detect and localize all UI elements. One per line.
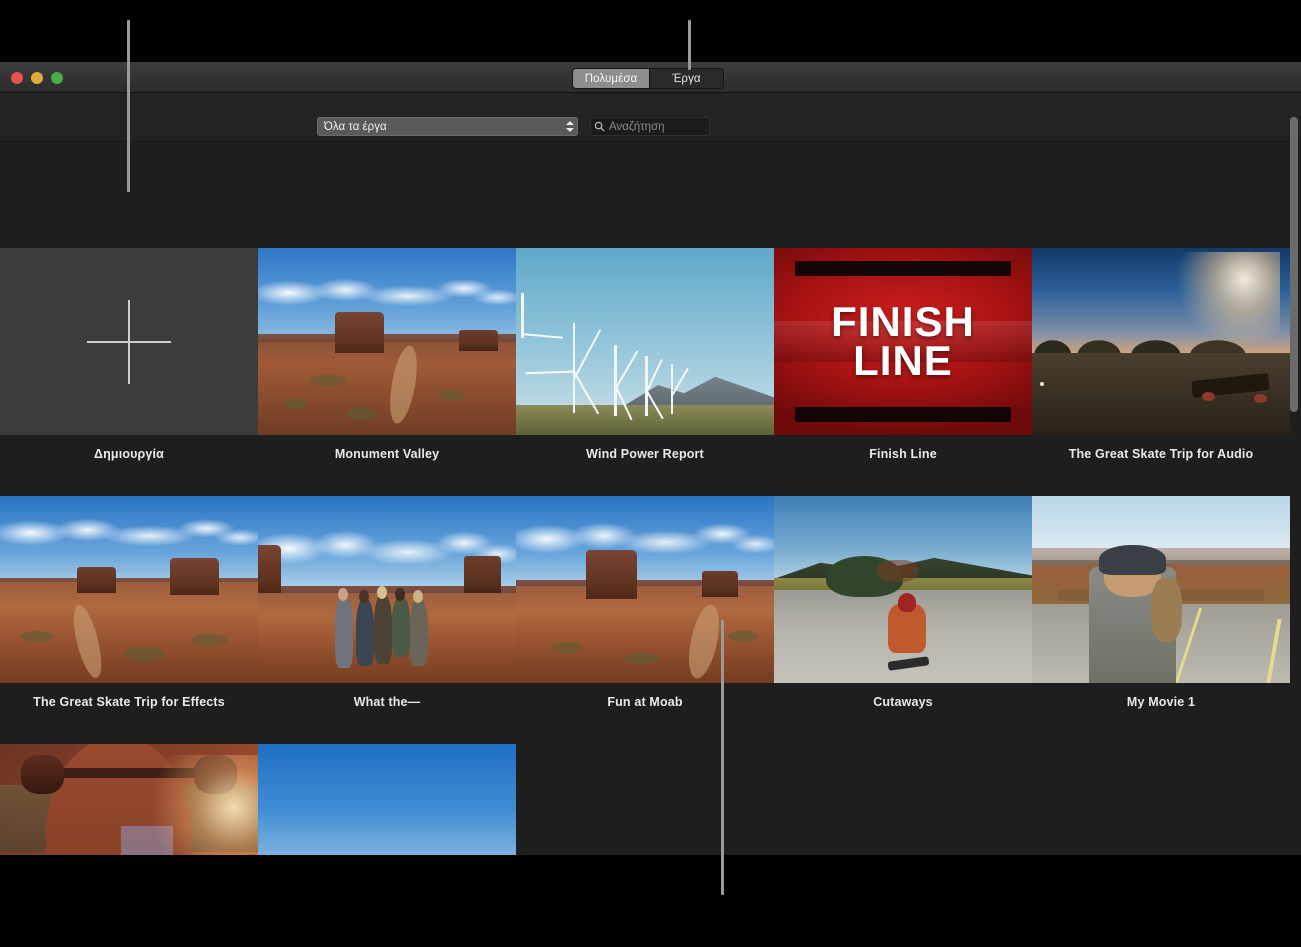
artwork-wind-farm [516, 248, 774, 435]
minimize-button[interactable] [31, 72, 43, 84]
stepper-updown-icon[interactable] [562, 117, 578, 136]
project-filter-select[interactable]: Όλα τα έργα [317, 117, 578, 136]
view-mode-segmented-control[interactable]: Πολυμέσα Έργα [573, 69, 723, 88]
artwork-dusk-skate [1032, 248, 1290, 435]
guide-line-bottom [721, 620, 724, 895]
project-tile[interactable]: Monument Valley [258, 248, 516, 461]
project-thumbnail[interactable] [258, 496, 516, 683]
project-title: Cutaways [774, 695, 1032, 709]
project-title: What the— [258, 695, 516, 709]
project-tile[interactable]: What the— [258, 496, 516, 709]
artwork-road-skater [774, 496, 1032, 683]
finish-line-title-1: FINISH [831, 303, 975, 342]
project-title: Finish Line [774, 447, 1032, 461]
plus-icon [87, 300, 171, 384]
artwork-moab-buttes [516, 496, 774, 683]
project-title: My Movie 1 [1032, 695, 1290, 709]
project-thumbnail[interactable] [1032, 248, 1290, 435]
zoom-button[interactable] [51, 72, 63, 84]
tab-media[interactable]: Πολυμέσα [573, 69, 649, 88]
project-tile[interactable]: The Great Skate Trip for Effects [0, 496, 258, 709]
imovie-window: Πολυμέσα Έργα Όλα τα έργα Αναζήτηση [0, 62, 1301, 855]
project-thumbnail[interactable] [774, 496, 1032, 683]
screen: Πολυμέσα Έργα Όλα τα έργα Αναζήτηση [0, 0, 1301, 947]
project-title: Wind Power Report [516, 447, 774, 461]
close-button[interactable] [11, 72, 23, 84]
search-placeholder: Αναζήτηση [609, 121, 665, 133]
window-titlebar: Πολυμέσα Έργα [0, 62, 1301, 93]
project-thumbnail[interactable]: FINISH LINE [774, 248, 1032, 435]
project-tile[interactable]: The Great Skate Trip for Audio [1032, 248, 1290, 461]
guide-line-top [688, 20, 691, 70]
create-tile-label: Δημιουργία [0, 447, 258, 461]
artwork-monument-valley-wide [0, 496, 258, 683]
project-tile[interactable]: FINISH LINE Finish Line [774, 248, 1032, 461]
project-thumbnail[interactable] [1032, 496, 1290, 683]
project-tile[interactable]: My Movie 1 [1032, 496, 1290, 709]
project-tile[interactable]: Wind Power Report [516, 248, 774, 461]
create-project-tile[interactable]: Δημιουργία [0, 248, 258, 461]
desktop-backdrop-bottom [0, 855, 1301, 947]
finish-line-title-2: LINE [853, 342, 953, 381]
artwork-finish-line: FINISH LINE [774, 248, 1032, 435]
project-title: The Great Skate Trip for Audio [1032, 447, 1290, 461]
search-field[interactable]: Αναζήτηση [590, 117, 710, 136]
project-tile[interactable]: Fun at Moab [516, 496, 774, 709]
guide-line-left [127, 20, 130, 192]
project-thumbnail[interactable] [0, 496, 258, 683]
project-title: The Great Skate Trip for Effects [0, 695, 258, 709]
project-title: Monument Valley [258, 447, 516, 461]
desktop-backdrop-top [0, 0, 1301, 62]
project-title: Fun at Moab [516, 695, 774, 709]
project-thumbnail[interactable] [516, 248, 774, 435]
tab-projects[interactable]: Έργα [649, 69, 723, 88]
artwork-girl-road [1032, 496, 1290, 683]
search-icon [590, 121, 609, 132]
artwork-group-jump [258, 496, 516, 683]
project-thumbnail[interactable] [516, 496, 774, 683]
projects-grid-scrollarea[interactable]: Δημιουργία [0, 142, 1301, 915]
project-thumbnail[interactable] [258, 248, 516, 435]
project-filter-value: Όλα τα έργα [317, 121, 562, 133]
project-tile[interactable]: Cutaways [774, 496, 1032, 709]
create-thumbnail[interactable] [0, 248, 258, 435]
vertical-scrollbar[interactable] [1290, 117, 1298, 412]
artwork-monument-valley [258, 248, 516, 435]
window-controls[interactable] [11, 72, 63, 84]
